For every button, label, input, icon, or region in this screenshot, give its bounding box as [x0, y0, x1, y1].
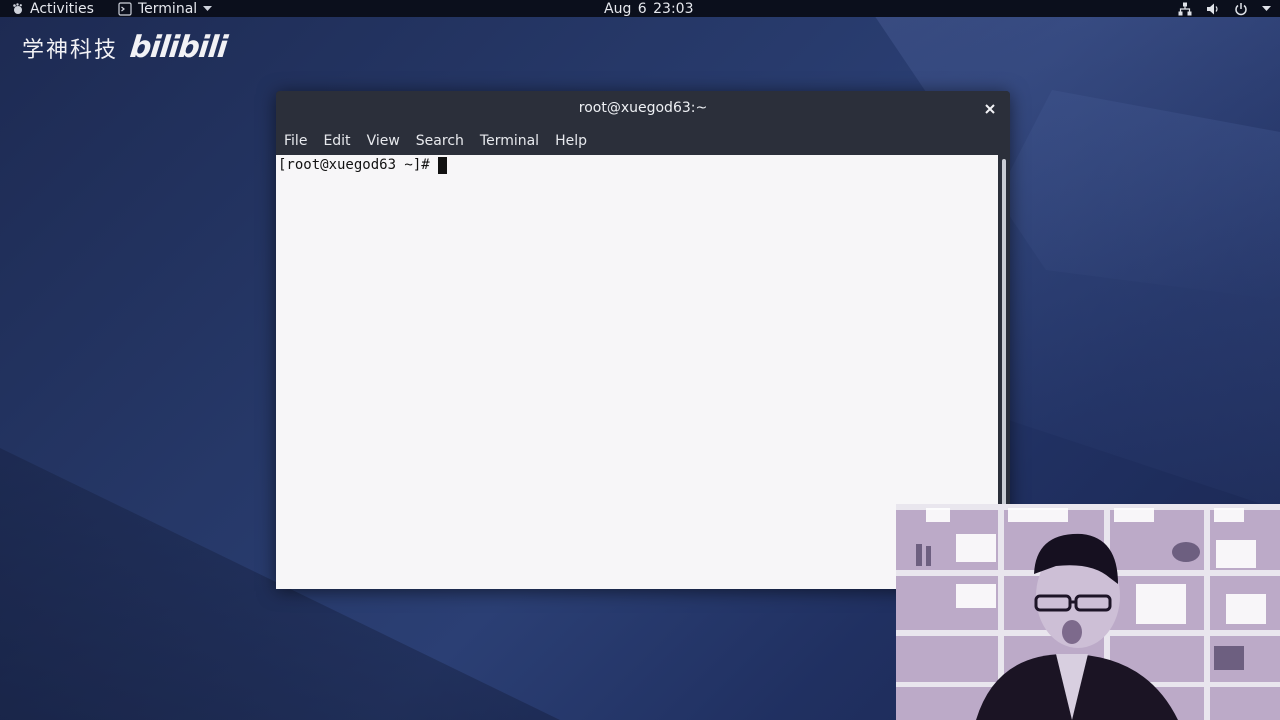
menu-edit[interactable]: Edit — [315, 127, 358, 155]
menu-file[interactable]: File — [276, 127, 315, 155]
volume-icon — [1206, 2, 1220, 16]
menu-search[interactable]: Search — [408, 127, 472, 155]
close-icon — [985, 104, 995, 114]
top-bar: Activities Terminal Aug 6 23:03 — [0, 0, 1280, 17]
app-menu[interactable]: Terminal — [118, 0, 213, 17]
video-watermark: 学神科技 bilibili — [22, 30, 229, 65]
system-menu[interactable] — [1178, 0, 1271, 17]
chevron-down-icon — [1262, 5, 1271, 12]
terminal-area[interactable]: [root@xuegod63 ~]# — [276, 155, 998, 589]
network-icon — [1178, 2, 1192, 16]
chevron-down-icon — [203, 5, 213, 12]
power-icon — [1234, 2, 1248, 16]
shell-prompt: [root@xuegod63 ~]# — [278, 157, 430, 173]
terminal-line: [root@xuegod63 ~]# — [278, 157, 447, 174]
webcam-overlay — [896, 504, 1280, 720]
presenter-video-frame — [896, 504, 1280, 720]
bilibili-logo: bilibili — [128, 30, 229, 65]
gnome-foot-icon — [12, 2, 24, 15]
activities-label: Activities — [30, 0, 94, 17]
watermark-text: 学神科技 — [22, 37, 119, 63]
close-button[interactable] — [980, 99, 1000, 119]
text-cursor — [437, 157, 447, 174]
terminal-icon — [118, 1, 132, 16]
window-titlebar[interactable]: root@xuegod63:~ — [276, 91, 1010, 127]
window-title: root@xuegod63:~ — [578, 100, 708, 116]
menu-terminal[interactable]: Terminal — [472, 127, 547, 155]
clock[interactable]: Aug 6 23:03 — [604, 0, 694, 17]
activities-button[interactable]: Activities — [12, 0, 94, 17]
menu-help[interactable]: Help — [547, 127, 595, 155]
menu-bar: File Edit View Search Terminal Help — [276, 127, 1010, 155]
app-menu-label: Terminal — [138, 0, 198, 17]
menu-view[interactable]: View — [359, 127, 408, 155]
